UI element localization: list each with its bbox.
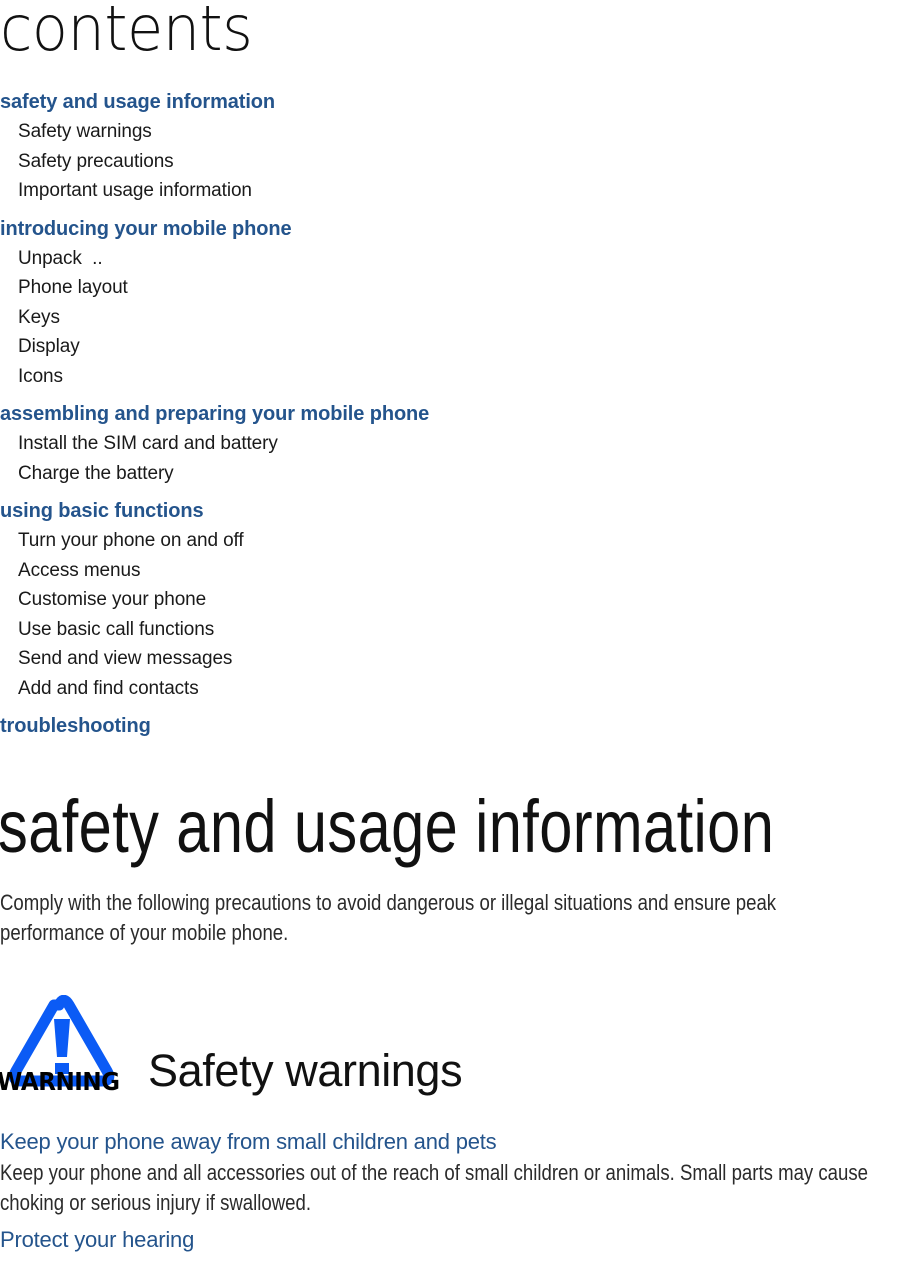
toc-item[interactable]: Unpack .. <box>0 244 917 274</box>
chapter-title: safety and usage information <box>0 785 775 868</box>
subsection-body: Keep your phone and all accessories out … <box>0 1160 868 1215</box>
toc-section-heading[interactable]: safety and usage information <box>0 88 917 117</box>
subsection: Protect your hearing <box>0 1225 917 1255</box>
document-page: contents safety and usage information Sa… <box>0 0 917 1262</box>
toc-section-heading[interactable]: using basic functions <box>0 497 917 526</box>
intro-paragraph: Comply with the following precautions to… <box>0 890 777 945</box>
section-heading-safety-warnings: Safety warnings <box>148 1045 463 1096</box>
table-of-contents: safety and usage information Safety warn… <box>0 88 917 741</box>
toc-section: assembling and preparing your mobile pho… <box>0 400 917 488</box>
toc-section-heading[interactable]: troubleshooting <box>0 712 917 741</box>
toc-section-heading[interactable]: assembling and preparing your mobile pho… <box>0 400 917 429</box>
toc-section: using basic functions Turn your phone on… <box>0 497 917 703</box>
page-title-contents: contents <box>0 0 253 65</box>
toc-item[interactable]: Important usage information <box>0 176 917 206</box>
toc-item[interactable]: Charge the battery <box>0 459 917 489</box>
subsection: Keep your phone away from small children… <box>0 1127 917 1218</box>
toc-item[interactable]: Send and view messages <box>0 644 917 674</box>
toc-item[interactable]: Safety warnings <box>0 117 917 147</box>
toc-section: safety and usage information Safety warn… <box>0 88 917 206</box>
toc-item[interactable]: Safety precautions <box>0 147 917 177</box>
toc-item[interactable]: Access menus <box>0 556 917 586</box>
toc-item[interactable]: Phone layout <box>0 273 917 303</box>
subsection-heading: Keep your phone away from small children… <box>0 1129 497 1154</box>
toc-item[interactable]: Add and find contacts <box>0 674 917 704</box>
toc-item[interactable]: Icons <box>0 362 917 392</box>
toc-item[interactable]: Customise your phone <box>0 585 917 615</box>
toc-section: introducing your mobile phone Unpack .. … <box>0 215 917 392</box>
toc-item[interactable]: Turn your phone on and off <box>0 526 917 556</box>
toc-item[interactable]: Keys <box>0 303 917 333</box>
subsection-heading: Protect your hearing <box>0 1227 195 1252</box>
subsections-list: Keep your phone away from small children… <box>0 1127 917 1255</box>
toc-section: troubleshooting <box>0 712 917 741</box>
toc-item[interactable]: Use basic call functions <box>0 615 917 645</box>
toc-item[interactable]: Install the SIM card and battery <box>0 429 917 459</box>
toc-item[interactable]: Display <box>0 332 917 362</box>
toc-section-heading[interactable]: introducing your mobile phone <box>0 215 917 244</box>
warning-label: WARNING <box>0 1067 120 1096</box>
warning-block: WARNING Safety warnings <box>0 995 917 1105</box>
